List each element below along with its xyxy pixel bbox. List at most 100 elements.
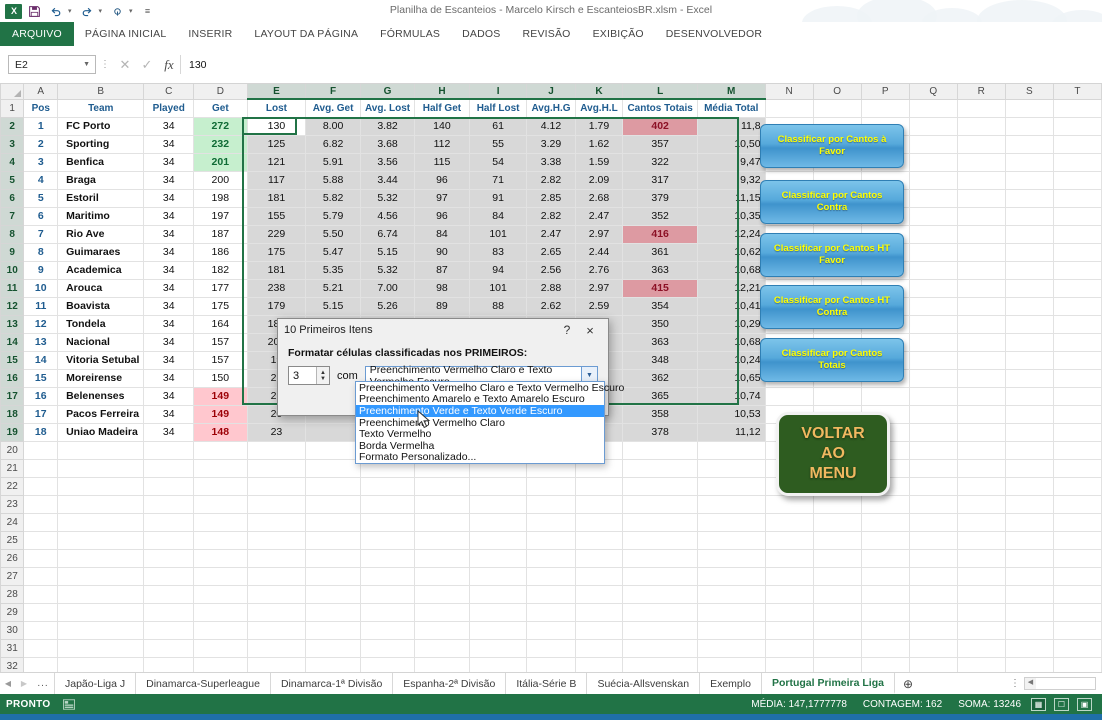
col-Q[interactable]: Q [908,84,958,100]
cell-empty[interactable] [813,531,862,550]
cell-empty[interactable] [861,513,910,532]
cell-empty[interactable] [957,513,1006,532]
cell-empty[interactable] [23,531,59,550]
cell-played-16[interactable]: 34 [143,369,194,388]
cell-empty[interactable] [526,549,576,568]
cell-played-15[interactable]: 34 [143,351,194,370]
cell-avg-hl-2[interactable]: 1.79 [575,117,624,136]
horizontal-scrollbar[interactable]: ◀ [1024,677,1096,690]
cell-get-19[interactable]: 148 [193,423,248,442]
cell-media-16[interactable]: 10,65 [697,369,766,388]
cell-empty[interactable] [765,387,814,406]
cell-total-16[interactable]: 362 [622,369,698,388]
cell-empty[interactable] [360,567,416,586]
cell-lost-12[interactable]: 179 [247,297,307,316]
cell-pos-18[interactable]: 17 [23,405,59,424]
cell-avg-lost-5[interactable]: 3.44 [360,171,416,190]
cell-half-lost-4[interactable]: 54 [469,153,528,172]
page-break-icon[interactable]: ▣ [1077,697,1092,711]
cell-empty[interactable] [23,459,59,478]
cell-media-6[interactable]: 11,15 [697,189,766,208]
cell-empty[interactable] [1005,333,1054,352]
cell-lost-9[interactable]: 175 [247,243,307,262]
cell-empty[interactable] [305,495,361,514]
cell-team-16[interactable]: Moreirense [57,369,145,388]
cell-half-get-10[interactable]: 87 [414,261,470,280]
cell-pos-3[interactable]: 2 [23,135,59,154]
cell-empty[interactable] [360,585,416,604]
cell-played-18[interactable]: 34 [143,405,194,424]
cell-empty[interactable] [1005,639,1054,658]
tab-dados[interactable]: DADOS [451,22,511,46]
cell-empty[interactable] [23,477,59,496]
cell-empty[interactable] [23,495,59,514]
cell-empty[interactable] [1053,423,1102,442]
cell-empty[interactable] [143,603,194,622]
cell-empty[interactable] [957,585,1006,604]
cell-empty[interactable] [143,621,194,640]
cell-empty[interactable] [247,459,307,478]
cell-avg-hg-11[interactable]: 2.88 [526,279,576,298]
cell-total-11[interactable]: 415 [622,279,698,298]
cell-empty[interactable] [23,567,59,586]
row-header-20[interactable]: 20 [0,440,25,460]
cell-media-18[interactable]: 10,53 [697,405,766,424]
cell-empty[interactable] [622,621,698,640]
cell-empty[interactable] [57,567,145,586]
cell-empty[interactable] [23,549,59,568]
cell-empty[interactable] [1005,441,1054,460]
cell-half-get-7[interactable]: 96 [414,207,470,226]
prev-sheet-icon[interactable]: ◀ [0,679,16,688]
cell-half-lost-11[interactable]: 101 [469,279,528,298]
cell-team-19[interactable]: Uniao Madeira [57,423,145,442]
cell-empty[interactable] [909,459,958,478]
cell-empty[interactable] [1053,567,1102,586]
cell-empty[interactable] [1005,513,1054,532]
cell-pos-11[interactable]: 10 [23,279,59,298]
cell-empty[interactable] [23,621,59,640]
col-F[interactable]: F [305,84,361,100]
cell-lost-6[interactable]: 181 [247,189,307,208]
col-E[interactable]: E [246,84,307,100]
cell-media-4[interactable]: 9,47 [697,153,766,172]
cell-empty[interactable] [526,603,576,622]
cell-empty[interactable] [414,603,470,622]
cell-team-5[interactable]: Braga [57,171,145,190]
count-stepper[interactable]: 3 ▲ ▼ [288,366,330,385]
cell-empty[interactable] [414,657,470,672]
cell-empty[interactable] [23,513,59,532]
cell-get-9[interactable]: 186 [193,243,248,262]
cell-empty[interactable] [1005,423,1054,442]
cell-empty[interactable] [765,567,814,586]
cell-empty[interactable] [575,657,624,672]
cell-get-12[interactable]: 175 [193,297,248,316]
cell-empty[interactable] [1005,279,1054,298]
cell-empty[interactable] [526,477,576,496]
macro-record-icon[interactable] [60,698,78,710]
cell-empty[interactable] [1005,603,1054,622]
row-header-13[interactable]: 13 [0,314,25,334]
cell-played-11[interactable]: 34 [143,279,194,298]
cell-empty[interactable] [143,567,194,586]
cell-empty[interactable] [526,639,576,658]
cell-pos-2[interactable]: 1 [23,117,59,136]
cell-avg-hg-3[interactable]: 3.29 [526,135,576,154]
sheet-tab-exemplo[interactable]: Exemplo [700,673,762,694]
cell-played-7[interactable]: 34 [143,207,194,226]
row-header-26[interactable]: 26 [0,548,25,568]
cell-played-10[interactable]: 34 [143,261,194,280]
cell-empty[interactable] [1053,513,1102,532]
cell-empty[interactable] [1053,441,1102,460]
cell-empty[interactable] [622,531,698,550]
col-J[interactable]: J [526,84,576,100]
cell-empty[interactable] [193,549,248,568]
cell-empty[interactable] [957,405,1006,424]
cell-empty[interactable] [305,585,361,604]
cell-pos-5[interactable]: 4 [23,171,59,190]
cell-pos-6[interactable]: 5 [23,189,59,208]
cell-media-7[interactable]: 10,35 [697,207,766,226]
tab-arquivo[interactable]: ARQUIVO [0,22,74,46]
cell-empty[interactable] [575,531,624,550]
cell-empty[interactable] [305,567,361,586]
cell-half-get-6[interactable]: 97 [414,189,470,208]
